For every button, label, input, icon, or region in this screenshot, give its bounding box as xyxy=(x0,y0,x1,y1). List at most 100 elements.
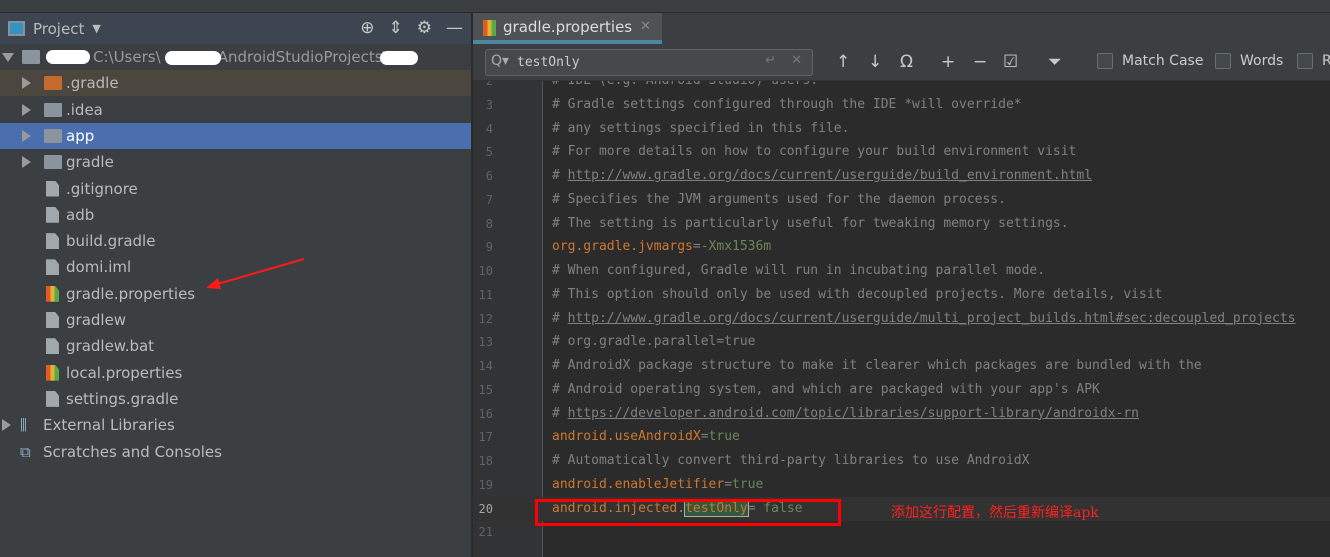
file-icon xyxy=(46,338,59,355)
project-window-icon xyxy=(8,21,25,36)
line-number: 11 xyxy=(478,287,493,302)
file-icon xyxy=(46,312,59,328)
words-checkbox[interactable]: Words xyxy=(1215,53,1283,69)
tree-root[interactable]: C:\Users\ \AndroidStudioProjects\ xyxy=(0,44,471,70)
chevron-right-icon[interactable] xyxy=(22,156,31,169)
tree-item-label: settings.gradle xyxy=(66,389,179,408)
code-line: 2 # IDE (e.g. Android Studio) users: xyxy=(473,81,1330,93)
line-number: 10 xyxy=(478,264,493,279)
tree-item[interactable]: .gradle xyxy=(0,70,471,97)
tree-item-label: adb xyxy=(66,205,95,224)
code-token: true xyxy=(708,429,740,445)
chevron-down-icon[interactable]: ▼ xyxy=(92,22,100,35)
filter-icon[interactable]: ⏷ xyxy=(1048,52,1062,72)
add-selection-icon[interactable]: + xyxy=(941,52,955,72)
line-text: android.enableJetifier=true xyxy=(552,473,763,497)
code-token: # Android operating system, and which ar… xyxy=(552,381,1100,397)
top-toolbar xyxy=(0,0,1330,13)
enter-icon[interactable]: ↵ xyxy=(765,53,776,68)
search-input[interactable]: Q▾ testOnly ↵ ✕ xyxy=(485,49,813,76)
line-number: 7 xyxy=(485,192,493,207)
code-line: 18 # Automatically convert third-party li… xyxy=(473,449,1330,473)
line-number: 6 xyxy=(485,169,493,184)
locate-icon[interactable]: ⊕ xyxy=(360,18,374,38)
scratches-icon: ⧉ xyxy=(20,442,31,461)
properties-icon xyxy=(46,364,59,381)
tree-item-scratches[interactable]: ⧉ Scratches and Consoles xyxy=(0,439,471,465)
tree-item[interactable]: build.gradle xyxy=(0,228,471,254)
code-line: 15 # Android operating system, and which … xyxy=(473,378,1330,402)
tree-item-label: build.gradle xyxy=(66,232,156,251)
line-number: 4 xyxy=(485,121,493,136)
folder-icon xyxy=(44,155,62,170)
highlight-box xyxy=(535,499,841,526)
code-token: # AndroidX package structure to make it … xyxy=(552,358,1202,374)
line-number: 18 xyxy=(478,454,493,469)
code-token[interactable]: http://www.gradle.org/docs/current/userg… xyxy=(568,311,1296,326)
tree-item[interactable]: .gitignore xyxy=(0,176,471,202)
code-token[interactable]: https://developer.android.com/topic/libr… xyxy=(568,406,1139,421)
code-token[interactable]: http://www.gradle.org/docs/current/userg… xyxy=(568,168,1092,183)
search-value: testOnly xyxy=(517,55,580,70)
checkbox-box[interactable] xyxy=(1097,53,1113,69)
close-icon[interactable]: ✕ xyxy=(640,19,651,34)
gear-icon[interactable]: ⚙ xyxy=(417,18,432,38)
redaction xyxy=(165,51,221,65)
arrow-up-icon[interactable]: ↑ xyxy=(836,52,850,72)
words-label: Words xyxy=(1240,53,1284,69)
gradle-icon xyxy=(46,233,59,250)
tree-item[interactable]: local.properties xyxy=(0,360,471,386)
code-area[interactable]: 2 # IDE (e.g. Android Studio) users: 3 # Gr… xyxy=(473,81,1330,557)
path-mid: \AndroidStudioProjects\ xyxy=(212,48,388,66)
find-bar: Q▾ testOnly ↵ ✕ ↑ ↓ Ω + − ☑ ⏷ Match Case… xyxy=(473,44,1330,81)
tree-item-label: gradlew.bat xyxy=(66,337,155,356)
chevron-down-icon[interactable] xyxy=(2,52,14,62)
tree-item[interactable]: gradlew.bat xyxy=(0,333,471,359)
code-line: 12 # http://www.gradle.org/docs/current/u… xyxy=(473,307,1330,331)
chevron-right-icon[interactable] xyxy=(22,77,31,90)
tab-label: gradle.properties xyxy=(503,17,633,36)
select-occurrences-icon[interactable]: ☑ xyxy=(1003,52,1018,72)
code-token: = xyxy=(692,239,701,255)
tree-item[interactable]: adb xyxy=(0,202,471,228)
tree-item-label: domi.iml xyxy=(66,258,132,277)
code-token: # Gradle settings configured through the… xyxy=(552,96,1022,112)
code-line: 19 android.enableJetifier=true xyxy=(473,473,1330,497)
tree-item[interactable]: settings.gradle xyxy=(0,386,471,412)
tree-item[interactable]: .idea xyxy=(0,97,471,123)
select-all-occurrences-icon[interactable]: Ω xyxy=(900,52,913,72)
tree-item-label: .gitignore xyxy=(66,179,138,198)
properties-icon xyxy=(483,20,496,36)
line-number: 15 xyxy=(478,382,493,397)
chevron-right-icon[interactable] xyxy=(22,129,31,142)
chevron-right-icon[interactable] xyxy=(22,103,31,116)
code-line: 6 # http://www.gradle.org/docs/current/us… xyxy=(473,164,1330,188)
line-number: 13 xyxy=(478,335,493,350)
collapse-all-icon[interactable]: ⇕ xyxy=(389,18,403,38)
line-number: 2 xyxy=(485,81,493,88)
match-case-checkbox[interactable]: Match Case xyxy=(1097,53,1203,69)
line-number: 20 xyxy=(478,501,493,516)
tree-item[interactable]: gradlew xyxy=(0,307,471,333)
line-text: # When configured, Gradle will run in in… xyxy=(552,259,1045,283)
minimize-icon[interactable]: — xyxy=(446,18,463,38)
checkbox-box[interactable] xyxy=(1215,53,1231,69)
line-text: # org.gradle.parallel=true xyxy=(552,330,756,354)
tree-item[interactable]: gradle xyxy=(0,149,471,175)
code-token: # org.gradle.parallel=true xyxy=(552,334,756,350)
line-text: # AndroidX package structure to make it … xyxy=(552,354,1202,378)
code-token: org.gradle.jvmargs xyxy=(552,239,693,255)
tab-gradle-properties[interactable]: gradle.properties ✕ xyxy=(473,13,662,44)
arrow-down-icon[interactable]: ↓ xyxy=(868,52,882,72)
tree-item-external-libraries[interactable]: ⫼ External Libraries xyxy=(0,412,471,438)
clear-icon[interactable]: ✕ xyxy=(791,53,802,68)
line-text: # http://www.gradle.org/docs/current/use… xyxy=(552,307,1296,331)
remove-selection-icon[interactable]: − xyxy=(973,52,987,72)
regex-checkbox[interactable]: R xyxy=(1297,53,1330,69)
annotation-note: 添加这行配置，然后重新编译apk xyxy=(891,505,1099,521)
tree-item[interactable]: app xyxy=(0,122,471,149)
checkbox-box[interactable] xyxy=(1297,53,1313,69)
file-icon xyxy=(46,180,59,197)
chevron-right-icon[interactable] xyxy=(2,419,11,432)
project-view-selector[interactable]: Project xyxy=(33,20,84,38)
